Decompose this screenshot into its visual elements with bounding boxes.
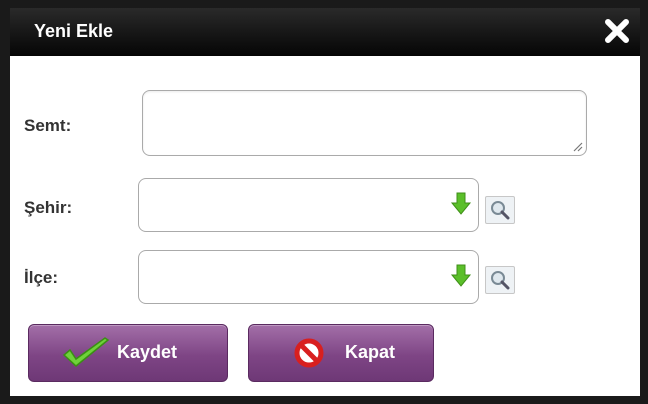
ilce-search-icon[interactable]	[485, 266, 515, 294]
dialog-body: Semt: Şehir: İlçe: Kaydet Kapat	[10, 56, 640, 396]
close-button[interactable]: Kapat	[248, 324, 434, 382]
semt-label: Semt:	[24, 116, 72, 135]
save-button[interactable]: Kaydet	[28, 324, 228, 382]
ilce-label: İlçe:	[24, 268, 59, 287]
save-label: Kaydet	[117, 342, 178, 362]
sehir-label: Şehir:	[24, 198, 73, 217]
arrow-down-icon[interactable]	[450, 192, 472, 216]
arrow-down-icon[interactable]	[450, 264, 472, 288]
resize-handle-icon[interactable]	[571, 140, 583, 152]
checkmark-icon	[62, 337, 110, 367]
close-icon[interactable]	[602, 14, 632, 48]
sehir-search-icon[interactable]	[485, 196, 515, 224]
semt-textarea[interactable]	[142, 90, 587, 156]
close-label: Kapat	[345, 342, 396, 362]
dialog-title: Yeni Ekle	[34, 21, 114, 41]
sehir-select[interactable]	[138, 178, 479, 232]
add-dialog: Yeni Ekle Semt: Şehir: İlçe: Kaydet Kapa…	[0, 0, 648, 404]
ilce-select[interactable]	[138, 250, 479, 304]
dialog-titlebar: Yeni Ekle	[10, 8, 640, 56]
prohibited-icon	[294, 338, 324, 368]
